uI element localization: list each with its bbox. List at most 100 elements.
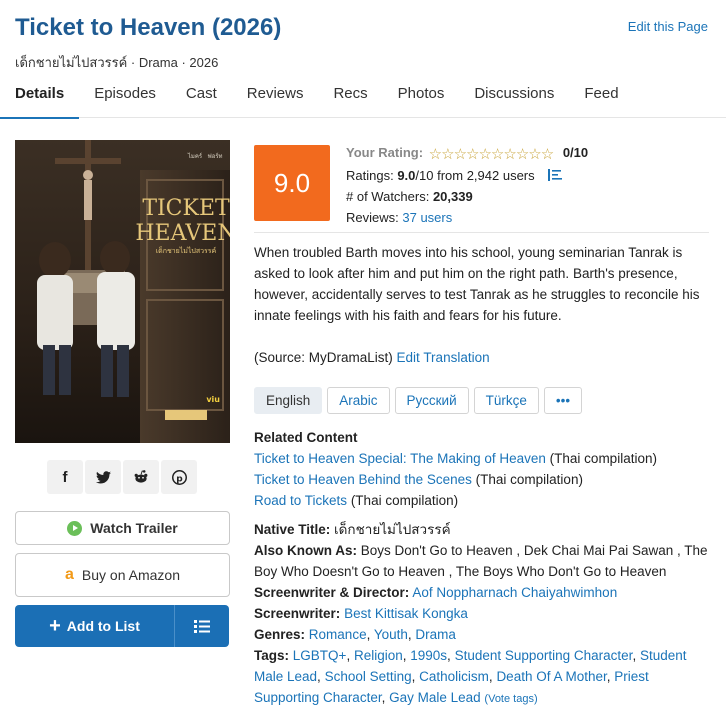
- lang-arabic-button[interactable]: Arabic: [327, 387, 390, 414]
- genre-link[interactable]: Romance: [309, 627, 367, 642]
- tab-photos[interactable]: Photos: [383, 84, 460, 118]
- screenwriter-director-link[interactable]: Aof Noppharnach Chaiyahwimhon: [412, 585, 617, 600]
- your-rating-value: 0/10: [562, 145, 589, 160]
- star-icon[interactable]: ☆: [528, 146, 541, 163]
- share-row: f p: [47, 460, 197, 494]
- facebook-share-button[interactable]: f: [47, 460, 83, 494]
- tab-episodes[interactable]: Episodes: [79, 84, 171, 118]
- vote-tags-link[interactable]: (Vote tags): [484, 693, 537, 705]
- rating-distribution-icon[interactable]: [548, 169, 563, 181]
- genre-link[interactable]: Drama: [415, 627, 456, 642]
- related-item: Ticket to Heaven Behind the Scenes (Thai…: [254, 469, 714, 490]
- ratings-row: Ratings: 9.0/10 from 2,942 users: [346, 165, 588, 186]
- ratings-value: 9.0: [397, 168, 416, 183]
- reviews-row: Reviews: 37 users: [346, 207, 588, 228]
- tab-recs[interactable]: Recs: [318, 84, 382, 118]
- poster-title-line1: TICKET: [142, 196, 230, 221]
- genres-list: Romance, Youth, Drama: [308, 627, 456, 642]
- related-item-link[interactable]: Road to Tickets: [254, 493, 347, 508]
- star-rating-widget[interactable]: ☆☆☆☆☆☆☆☆☆☆: [429, 144, 555, 165]
- star-icon[interactable]: ☆: [503, 146, 516, 163]
- twitter-icon: [95, 470, 111, 483]
- genres-label: Genres:: [254, 627, 306, 642]
- star-icon[interactable]: ☆: [541, 146, 554, 163]
- pinterest-icon: p: [171, 469, 187, 485]
- tag-link[interactable]: LGBTQ+: [293, 648, 347, 663]
- tags-label: Tags:: [254, 648, 290, 663]
- lang-turkish-button[interactable]: Türkçe: [473, 387, 539, 414]
- tab-discussions[interactable]: Discussions: [459, 84, 569, 118]
- screenwriter-row: Screenwriter: Best Kittisak Kongka: [254, 603, 714, 624]
- reddit-share-button[interactable]: [123, 460, 159, 494]
- related-content: Related Content Ticket to Heaven Special…: [254, 427, 714, 511]
- amazon-icon: a: [65, 566, 74, 583]
- lang-english-button[interactable]: English: [254, 387, 323, 414]
- your-rating-row: Your Rating: ☆☆☆☆☆☆☆☆☆☆ 0/10: [346, 142, 588, 165]
- lang-russian-button[interactable]: Русский: [394, 387, 469, 414]
- star-icon[interactable]: ☆: [429, 146, 442, 163]
- star-icon[interactable]: ☆: [516, 146, 529, 163]
- tag-link[interactable]: Student Supporting Character: [455, 648, 633, 663]
- edit-translation-link[interactable]: Edit Translation: [397, 350, 490, 365]
- language-buttons: English Arabic Русский Türkçe •••: [254, 387, 583, 414]
- star-icon[interactable]: ☆: [441, 146, 454, 163]
- page-header: Ticket to Heaven (2026) Edit this Page เ…: [0, 0, 726, 119]
- svg-text:p: p: [176, 474, 183, 484]
- tag-link[interactable]: Religion: [354, 648, 403, 663]
- synopsis: When troubled Barth moves into his schoo…: [254, 245, 700, 323]
- star-icon[interactable]: ☆: [466, 146, 479, 163]
- source-text: (Source: MyDramaList): [254, 350, 393, 365]
- list-menu-icon: [194, 619, 210, 633]
- tag-link[interactable]: 1990s: [410, 648, 447, 663]
- genre-link[interactable]: Youth: [374, 627, 408, 642]
- poster-thai-caption: เด็กชายไม่ไปสวรรค์: [156, 246, 217, 255]
- aka-row: Also Known As: Boys Don't Go to Heaven ,…: [254, 540, 714, 582]
- watchers-value: 20,339: [432, 189, 473, 204]
- tab-bar: Details Episodes Cast Reviews Recs Photo…: [0, 84, 634, 119]
- related-item-link[interactable]: Ticket to Heaven Special: The Making of …: [254, 451, 546, 466]
- watchers-row: # of Watchers: 20,339: [346, 186, 588, 207]
- list-options-button[interactable]: [175, 605, 229, 647]
- edit-page-link[interactable]: Edit this Page: [628, 19, 708, 34]
- score-box: 9.0: [254, 145, 330, 221]
- tab-cast[interactable]: Cast: [171, 84, 232, 118]
- poster-cast-left: ไมคร์: [187, 152, 203, 160]
- tab-reviews[interactable]: Reviews: [232, 84, 319, 118]
- facebook-icon: f: [62, 468, 68, 486]
- related-item: Ticket to Heaven Special: The Making of …: [254, 448, 714, 469]
- native-title-label: Native Title:: [254, 522, 331, 537]
- reviews-link[interactable]: 37 users: [402, 210, 452, 225]
- star-icon[interactable]: ☆: [491, 146, 504, 163]
- related-item-note: (Thai compilation): [549, 451, 657, 466]
- screenwriter-label: Screenwriter:: [254, 606, 341, 621]
- related-item-link[interactable]: Ticket to Heaven Behind the Scenes: [254, 472, 472, 487]
- page-title: Ticket to Heaven (2026): [15, 14, 282, 41]
- related-heading: Related Content: [254, 430, 358, 445]
- screenwriter-link[interactable]: Best Kittisak Kongka: [344, 606, 468, 621]
- tab-details[interactable]: Details: [0, 84, 80, 119]
- tag-link[interactable]: Gay Male Lead: [389, 690, 481, 705]
- poster-cast-right: ฟอร์ท: [207, 152, 222, 160]
- reddit-icon: [134, 470, 148, 483]
- watch-trailer-button[interactable]: Watch Trailer: [15, 511, 230, 545]
- add-to-list-label: Add to List: [66, 618, 140, 634]
- lang-more-button[interactable]: •••: [543, 387, 583, 414]
- details-list: Native Title: เด็กชายไม่ไปสวรรค์ Also Kn…: [254, 519, 714, 710]
- reviews-label: Reviews:: [346, 210, 399, 225]
- pinterest-share-button[interactable]: p: [161, 460, 197, 494]
- buy-amazon-button[interactable]: a Buy on Amazon: [15, 553, 230, 597]
- ratings-rest: /10 from 2,942 users: [415, 168, 535, 183]
- plus-icon: +: [49, 615, 61, 637]
- tag-link[interactable]: School Setting: [325, 669, 412, 684]
- add-to-list-button[interactable]: + Add to List: [15, 605, 175, 647]
- buy-amazon-label: Buy on Amazon: [81, 567, 180, 583]
- poster-image[interactable]: TICKET HEAVEN เด็กชายไม่ไปสวรรค์ ไมคร์ ฟ…: [15, 140, 230, 443]
- related-item: Road to Tickets (Thai compilation): [254, 490, 714, 511]
- tag-link[interactable]: Death Of A Mother: [496, 669, 606, 684]
- twitter-share-button[interactable]: [85, 460, 121, 494]
- star-icon[interactable]: ☆: [478, 146, 491, 163]
- tab-feed[interactable]: Feed: [569, 84, 633, 118]
- watchers-label: # of Watchers:: [346, 189, 430, 204]
- star-icon[interactable]: ☆: [454, 146, 467, 163]
- tag-link[interactable]: Catholicism: [419, 669, 489, 684]
